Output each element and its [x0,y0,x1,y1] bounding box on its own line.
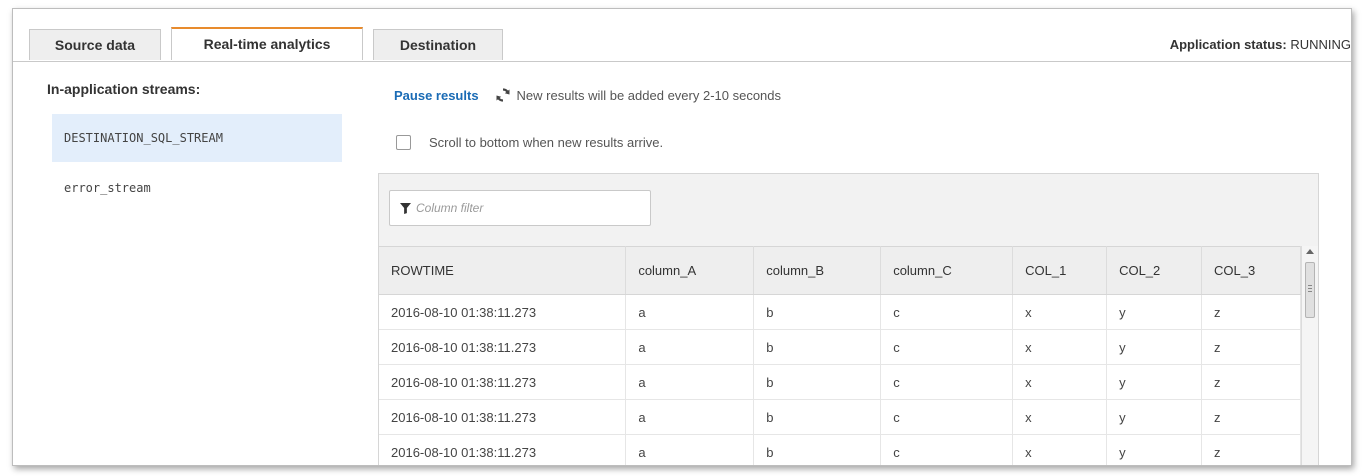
cell-column-c: c [880,364,1014,400]
table-scrollbar[interactable] [1301,246,1318,465]
scroll-to-bottom-label: Scroll to bottom when new results arrive… [429,135,664,150]
streams-title: In-application streams: [47,81,201,97]
cell-column-a: a [625,294,755,330]
cell-col-2: y [1106,294,1203,330]
results-toolbar: Pause results New results will be added … [394,87,781,103]
cell-rowtime: 2016-08-10 01:38:11.273 [379,399,627,435]
application-status-label: Application status: [1169,37,1287,52]
scrollbar-thumb[interactable] [1305,262,1315,318]
cell-column-b: b [753,294,882,330]
cell-col-3: z [1201,434,1301,465]
tab-source-data[interactable]: Source data [29,29,161,60]
cell-column-b: b [753,329,882,365]
cell-col-1: x [1012,399,1108,435]
cell-col-3: z [1201,329,1301,365]
column-header-column-b[interactable]: column_B [753,246,882,295]
application-status: Application status: RUNNING [1170,37,1351,52]
column-header-col-1[interactable]: COL_1 [1012,246,1108,295]
scroll-to-bottom-option: Scroll to bottom when new results arrive… [396,135,663,150]
cell-column-b: b [753,399,882,435]
column-header-column-a[interactable]: column_A [625,246,755,295]
cell-rowtime: 2016-08-10 01:38:11.273 [379,364,627,400]
cell-column-b: b [753,434,882,465]
cell-col-1: x [1012,329,1108,365]
refresh-icon [496,88,510,102]
stream-item-destination-sql-stream[interactable]: DESTINATION_SQL_STREAM [52,114,342,162]
table-row: 2016-08-10 01:38:11.273 a b c x y z [379,434,1301,465]
cell-column-a: a [625,364,755,400]
pause-results-link[interactable]: Pause results [394,88,479,103]
cell-col-2: y [1106,364,1203,400]
cell-col-2: y [1106,399,1203,435]
results-table: ROWTIME column_A column_B column_C COL_1… [379,246,1301,465]
tab-real-time-analytics[interactable]: Real-time analytics [171,27,363,60]
tab-bar: Source data Real-time analytics Destinat… [13,9,1351,62]
cell-column-b: b [753,364,882,400]
filter-icon [400,202,411,214]
column-header-rowtime[interactable]: ROWTIME [379,246,627,295]
cell-col-3: z [1201,364,1301,400]
cell-column-c: c [880,329,1014,365]
table-header-row: ROWTIME column_A column_B column_C COL_1… [379,246,1301,295]
cell-column-c: c [880,294,1014,330]
results-table-panel: Column filter ROWTIME column_A column_B … [378,173,1319,465]
column-header-column-c[interactable]: column_C [880,246,1014,295]
cell-column-c: c [880,434,1014,465]
refresh-interval-text: New results will be added every 2-10 sec… [516,87,782,103]
cell-rowtime: 2016-08-10 01:38:11.273 [379,294,627,330]
cell-col-1: x [1012,434,1108,465]
application-status-value: RUNNING [1290,37,1351,52]
stream-item-error-stream[interactable]: error_stream [52,164,342,212]
cell-col-3: z [1201,294,1301,330]
cell-col-2: y [1106,329,1203,365]
cell-col-1: x [1012,294,1108,330]
cell-column-a: a [625,399,755,435]
cell-col-2: y [1106,434,1203,465]
scroll-to-bottom-checkbox[interactable] [396,135,411,150]
tab-destination[interactable]: Destination [373,29,503,60]
table-row: 2016-08-10 01:38:11.273 a b c x y z [379,294,1301,330]
column-header-col-3[interactable]: COL_3 [1201,246,1301,295]
cell-rowtime: 2016-08-10 01:38:11.273 [379,434,627,465]
column-filter-placeholder: Column filter [416,201,484,215]
cell-column-a: a [625,434,755,465]
table-row: 2016-08-10 01:38:11.273 a b c x y z [379,329,1301,365]
table-row: 2016-08-10 01:38:11.273 a b c x y z [379,399,1301,435]
cell-col-3: z [1201,399,1301,435]
cell-column-c: c [880,399,1014,435]
cell-col-1: x [1012,364,1108,400]
cell-column-a: a [625,329,755,365]
table-row: 2016-08-10 01:38:11.273 a b c x y z [379,364,1301,400]
scroll-up-arrow-icon[interactable] [1306,249,1314,254]
column-header-col-2[interactable]: COL_2 [1106,246,1203,295]
application-window: Source data Real-time analytics Destinat… [12,8,1352,466]
column-filter-input[interactable]: Column filter [389,190,651,226]
cell-rowtime: 2016-08-10 01:38:11.273 [379,329,627,365]
